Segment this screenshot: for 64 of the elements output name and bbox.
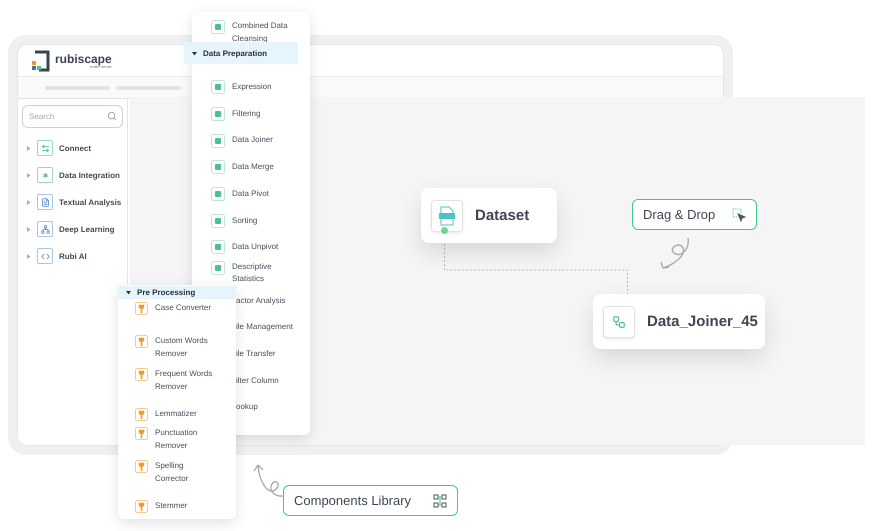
component-icon — [211, 80, 225, 94]
component-item[interactable]: Data Merge — [192, 154, 310, 181]
category-header[interactable]: Data Preparation — [184, 42, 298, 64]
component-item[interactable]: Sorting — [192, 207, 310, 234]
document-icon — [37, 194, 53, 210]
hierarchy-icon — [37, 221, 53, 237]
search-icon — [107, 111, 117, 121]
workflow-node[interactable]: Data_Joiner_45 — [593, 294, 765, 349]
csv-file-icon — [431, 200, 463, 232]
workflow-node[interactable]: Dataset — [421, 188, 557, 243]
component-item[interactable]: Frequent Words Remover — [118, 368, 236, 401]
category-item[interactable]: Textual Analysis — [22, 192, 123, 212]
component-icon — [211, 20, 225, 34]
component-item[interactable]: Custom Words Remover — [118, 335, 236, 368]
pin-icon — [135, 460, 148, 473]
component-item[interactable]: Case Converter — [118, 302, 236, 335]
collapsed-caret-icon[interactable] — [26, 254, 31, 258]
pin-icon — [135, 408, 148, 420]
collapsed-caret-icon[interactable] — [26, 200, 31, 204]
component-item[interactable]: Descriptive Statistics — [192, 260, 310, 288]
collapsed-caret-icon[interactable] — [26, 226, 31, 232]
component-item[interactable]: Filtering — [192, 100, 310, 128]
category-item[interactable]: Deep Learning — [22, 219, 123, 239]
logo-icon — [30, 50, 50, 72]
pin-icon — [135, 302, 148, 315]
component-icon — [211, 160, 225, 174]
pin-icon — [135, 427, 148, 440]
component-item[interactable]: Expression — [192, 74, 310, 101]
drag-select-icon — [732, 208, 746, 222]
component-item[interactable]: Data Unpivot — [192, 234, 310, 261]
component-icon — [211, 187, 225, 202]
expanded-caret-icon[interactable] — [192, 50, 197, 56]
category-item[interactable]: Data Integration — [22, 165, 123, 185]
component-item[interactable]: Stemmer — [118, 493, 236, 519]
callout-label: Components Library — [283, 485, 458, 516]
callout-label: Drag & Drop — [632, 199, 757, 230]
pin-icon — [135, 368, 148, 381]
collapsed-caret-icon[interactable] — [26, 172, 31, 178]
joiner-icon — [603, 306, 635, 338]
component-icon — [211, 260, 225, 275]
component-item[interactable]: Spelling Corrector — [118, 460, 236, 493]
component-icon — [211, 134, 225, 148]
components-icon — [433, 494, 447, 508]
arrows-icon — [37, 140, 53, 156]
component-item[interactable]: Data Pivot — [192, 180, 310, 208]
pin-icon — [135, 500, 148, 512]
search-field[interactable]: Search — [22, 105, 123, 128]
component-item[interactable]: Combined Data Cleansing — [192, 12, 310, 45]
component-item[interactable]: Data Joiner — [192, 127, 310, 154]
curly-arrow — [252, 462, 286, 498]
logo-name: rubiscape — [55, 52, 112, 64]
code-icon — [37, 248, 53, 264]
category-header[interactable]: Pre Processing — [118, 286, 236, 299]
asterisk-icon — [37, 167, 53, 183]
category-item[interactable]: Connect — [22, 138, 123, 158]
component-item[interactable]: Lemmatizer — [118, 401, 236, 427]
output-port[interactable] — [441, 227, 448, 234]
component-icon — [211, 240, 225, 254]
pin-icon — [135, 335, 148, 348]
component-icon — [211, 107, 225, 122]
component-item[interactable]: Punctuation Remover — [118, 427, 236, 460]
collapsed-caret-icon[interactable] — [26, 146, 31, 150]
category-item[interactable]: Rubi AI — [22, 246, 123, 266]
component-icon — [211, 214, 225, 228]
